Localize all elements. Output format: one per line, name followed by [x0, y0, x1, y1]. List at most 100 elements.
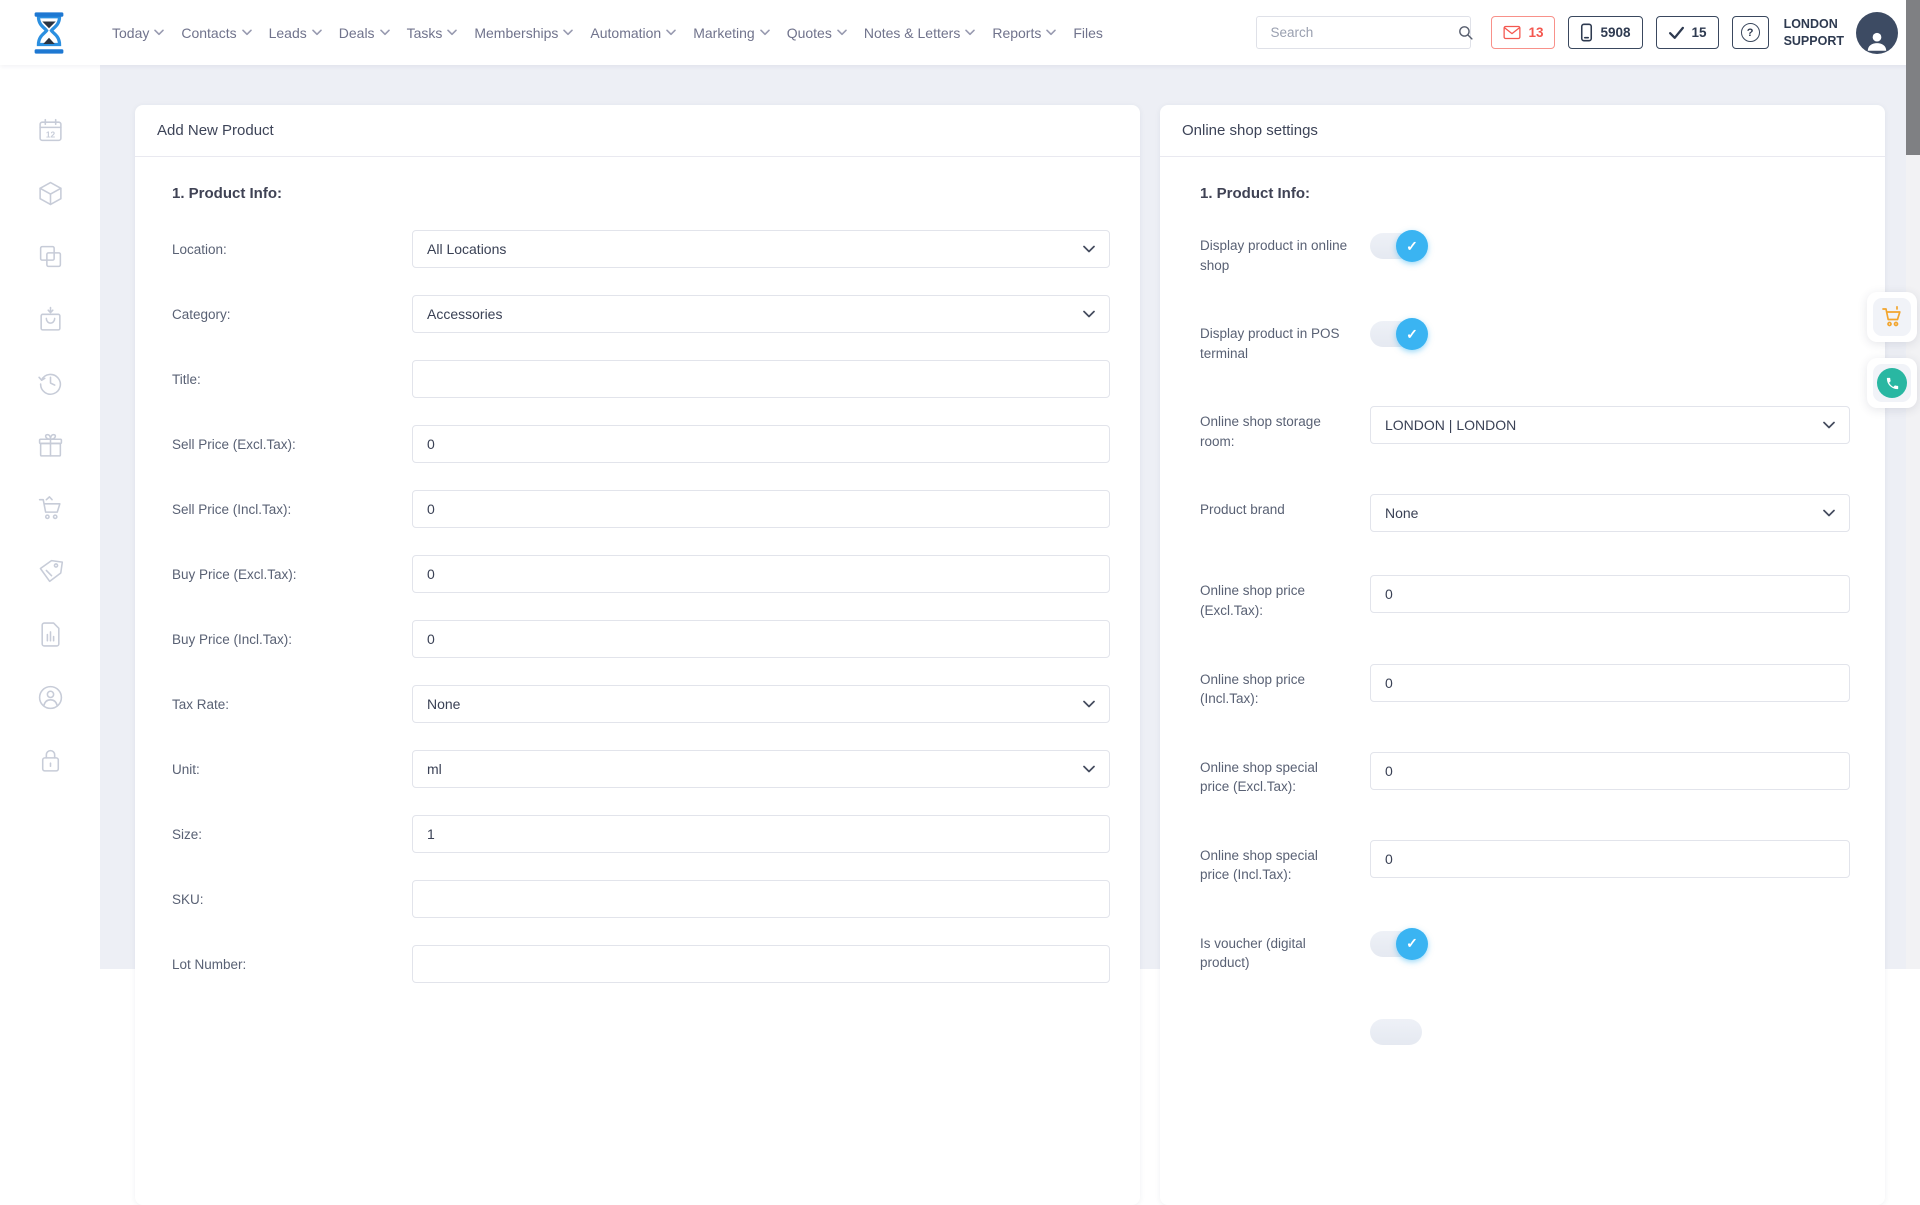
product-brand-select[interactable]: None: [1370, 494, 1850, 532]
calls-count: 5908: [1600, 25, 1630, 40]
category-select[interactable]: Accessories: [412, 295, 1110, 333]
online-shop-settings-panel: Online shop settings 1. Product Info: Di…: [1160, 105, 1885, 1205]
tasks-done-button[interactable]: 15: [1656, 16, 1719, 49]
next-toggle-partial[interactable]: [1370, 1019, 1422, 1045]
nav-item-reports[interactable]: Reports: [992, 25, 1056, 41]
add-new-product-panel: Add New Product 1. Product Info: Locatio…: [135, 105, 1140, 1205]
calls-button[interactable]: 5908: [1568, 16, 1642, 49]
title-label: Title:: [172, 372, 412, 387]
chevron-down-icon: [154, 29, 164, 36]
form-row: Online shop special price (Incl.Tax):: [1200, 840, 1850, 885]
form-row: SKU:: [172, 880, 1110, 918]
storage-room-select[interactable]: LONDON | LONDON: [1370, 406, 1850, 444]
nav-item-memberships[interactable]: Memberships: [474, 25, 573, 41]
sell-price-excl-input[interactable]: [412, 425, 1110, 463]
unit-select[interactable]: ml: [412, 750, 1110, 788]
special-price-incl-input[interactable]: [1370, 840, 1850, 878]
display-pos-label: Display product in POS terminal: [1200, 318, 1370, 363]
nav-item-leads[interactable]: Leads: [269, 25, 322, 41]
sku-input[interactable]: [412, 880, 1110, 918]
empty-label: [1200, 1016, 1370, 1022]
nav-item-automation[interactable]: Automation: [590, 25, 676, 41]
title-input[interactable]: [412, 360, 1110, 398]
form-row: Online shop storage room: LONDON | LONDO…: [1200, 406, 1850, 451]
size-label: Size:: [172, 827, 412, 842]
chevron-down-icon: [760, 29, 770, 36]
display-pos-toggle[interactable]: ✓: [1370, 321, 1422, 347]
floating-cart-button[interactable]: [1867, 292, 1917, 342]
display-online-shop-toggle[interactable]: ✓: [1370, 233, 1422, 259]
buy-price-incl-input[interactable]: [412, 620, 1110, 658]
scrollbar-thumb[interactable]: [1906, 0, 1920, 155]
envelope-icon: [1503, 25, 1521, 40]
form-row: Buy Price (Excl.Tax):: [172, 555, 1110, 593]
form-row: Display product in POS terminal ✓: [1200, 318, 1850, 363]
nav-item-marketing[interactable]: Marketing: [693, 25, 769, 41]
cart-button-background: [1873, 298, 1911, 336]
form-row: Online shop price (Excl.Tax):: [1200, 575, 1850, 620]
messages-count: 13: [1528, 25, 1543, 40]
product-brand-label: Product brand: [1200, 494, 1370, 520]
price-tag-icon[interactable]: [37, 558, 64, 585]
nav-item-files[interactable]: Files: [1073, 25, 1103, 41]
online-price-excl-input[interactable]: [1370, 575, 1850, 613]
floating-phone-button[interactable]: [1867, 358, 1917, 408]
nav-item-notes-letters[interactable]: Notes & Letters: [864, 25, 976, 41]
messages-button[interactable]: 13: [1491, 16, 1555, 49]
check-icon: [1668, 25, 1685, 40]
shopping-cart-icon: [1880, 305, 1904, 329]
nav-item-contacts[interactable]: Contacts: [181, 25, 251, 41]
chevron-down-icon: [380, 29, 390, 36]
chevron-down-icon: [563, 29, 573, 36]
online-price-incl-input[interactable]: [1370, 664, 1850, 702]
app-logo-icon[interactable]: [26, 9, 72, 57]
select-value: None: [427, 696, 460, 712]
report-document-icon[interactable]: [37, 621, 64, 648]
cart-icon[interactable]: [37, 495, 64, 522]
location-label: Location:: [172, 242, 412, 257]
location-select[interactable]: All Locations: [412, 230, 1110, 268]
nav-item-tasks[interactable]: Tasks: [407, 25, 458, 41]
form-row: Online shop price (Incl.Tax):: [1200, 664, 1850, 709]
nav-item-deals[interactable]: Deals: [339, 25, 390, 41]
avatar[interactable]: [1856, 12, 1898, 54]
calendar-icon[interactable]: 12: [37, 117, 64, 144]
lot-number-label: Lot Number:: [172, 957, 412, 972]
help-button[interactable]: ?: [1732, 16, 1769, 49]
check-icon: ✓: [1406, 326, 1418, 343]
nav-item-today[interactable]: Today: [112, 25, 164, 41]
nav-item-quotes[interactable]: Quotes: [787, 25, 847, 41]
bag-download-icon[interactable]: [37, 306, 64, 333]
form-row: Tax Rate: None: [172, 685, 1110, 723]
vertical-scrollbar[interactable]: [1906, 0, 1920, 969]
buy-price-excl-input[interactable]: [412, 555, 1110, 593]
check-icon: ✓: [1406, 238, 1418, 255]
storage-room-label: Online shop storage room:: [1200, 406, 1370, 451]
phone-button-background: [1873, 364, 1911, 402]
select-value: Accessories: [427, 306, 502, 322]
tax-rate-select[interactable]: None: [412, 685, 1110, 723]
search-box: [1256, 16, 1471, 49]
chevron-down-icon: [242, 29, 252, 36]
gift-icon[interactable]: [37, 432, 64, 459]
online-price-excl-label: Online shop price (Excl.Tax):: [1200, 575, 1370, 620]
history-icon[interactable]: [37, 369, 64, 396]
phone-circle: [1877, 368, 1907, 398]
search-button[interactable]: [1457, 17, 1474, 48]
form-row: Sell Price (Excl.Tax):: [172, 425, 1110, 463]
buy-price-incl-label: Buy Price (Incl.Tax):: [172, 632, 412, 647]
sell-price-incl-input[interactable]: [412, 490, 1110, 528]
chevron-down-icon: [1083, 700, 1095, 708]
cube-icon[interactable]: [37, 180, 64, 207]
search-input[interactable]: [1257, 17, 1457, 48]
size-input[interactable]: [412, 815, 1110, 853]
lock-icon[interactable]: [37, 747, 64, 774]
special-price-excl-input[interactable]: [1370, 752, 1850, 790]
sku-label: SKU:: [172, 892, 412, 907]
is-voucher-toggle[interactable]: ✓: [1370, 931, 1422, 957]
user-circle-icon[interactable]: [37, 684, 64, 711]
copy-icon[interactable]: [37, 243, 64, 270]
svg-text:12: 12: [45, 129, 55, 139]
lot-number-input[interactable]: [412, 945, 1110, 983]
form-row: Title:: [172, 360, 1110, 398]
